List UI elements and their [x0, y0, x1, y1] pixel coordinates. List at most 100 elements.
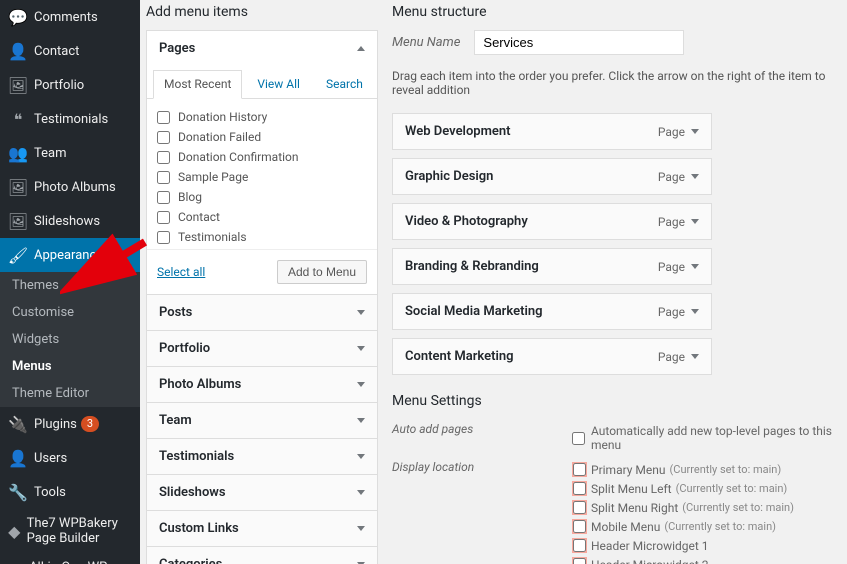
accordion-head-slideshows[interactable]: Slideshows — [147, 474, 377, 510]
sidebar-item-label: Users — [34, 451, 67, 466]
select-all-link[interactable]: Select all — [157, 265, 205, 279]
sidebar-item-label: All-in-One WP Migration — [29, 560, 132, 564]
sidebar-item-label: Testimonials — [34, 112, 108, 127]
sidebar-item-portfolio[interactable]: 🖼Portfolio — [0, 68, 140, 102]
accordion-head-team[interactable]: Team — [147, 402, 377, 438]
location-label: Header Microwidget 2 — [591, 558, 709, 564]
items-accordion: PagesMost RecentView AllSearchDonation H… — [146, 30, 378, 564]
tab-most-recent[interactable]: Most Recent — [153, 70, 242, 99]
accordion-head-categories[interactable]: Categories — [147, 546, 377, 564]
menu-name-input[interactable] — [474, 30, 684, 55]
page-checkbox[interactable] — [157, 111, 170, 124]
tab-search[interactable]: Search — [315, 70, 374, 98]
sidebar-item-the7-wpbakery-page-builder[interactable]: ◆The7 WPBakery Page Builder — [0, 509, 140, 553]
sidebar-item-appearance[interactable]: 🖌 Appearance — [0, 238, 140, 272]
caret-icon[interactable] — [691, 309, 699, 314]
page-list[interactable]: Donation HistoryDonation FailedDonation … — [147, 99, 377, 249]
sidebar-item-plugins[interactable]: 🔌Plugins3 — [0, 407, 140, 441]
menu-settings-heading: Menu Settings — [392, 393, 847, 409]
accordion-label: Posts — [159, 305, 192, 320]
accordion-head-portfolio[interactable]: Portfolio — [147, 330, 377, 366]
menu-item[interactable]: Graphic DesignPage — [392, 158, 712, 195]
menu-structure-column: Menu structure Menu Name Drag each item … — [378, 0, 847, 564]
sidebar-item-contact[interactable]: 👤Contact — [0, 34, 140, 68]
add-to-menu-button[interactable]: Add to Menu — [277, 260, 367, 284]
sidebar-item-photo-albums[interactable]: 🖼Photo Albums — [0, 170, 140, 204]
page-checkbox[interactable] — [157, 211, 170, 224]
page-option: Donation Confirmation — [157, 147, 373, 167]
accordion-head-testimonials[interactable]: Testimonials — [147, 438, 377, 474]
location-checkbox[interactable] — [573, 482, 586, 495]
sidebar-item-users[interactable]: 👤Users — [0, 441, 140, 475]
caret-icon — [357, 454, 365, 459]
menu-item-type: Page — [658, 125, 699, 139]
page-checkbox[interactable] — [157, 131, 170, 144]
menu-item[interactable]: Content MarketingPage — [392, 338, 712, 375]
menu-icon: 🔧 — [8, 482, 28, 502]
location-option: Header Microwidget 2 — [572, 555, 847, 564]
sidebar-item-team[interactable]: 👥Team — [0, 136, 140, 170]
sidebar-item-testimonials[interactable]: ❝ Testimonials — [0, 102, 140, 136]
accordion-head-pages[interactable]: Pages — [147, 31, 377, 66]
tab-view-all[interactable]: View All — [246, 70, 311, 98]
submenu-menus[interactable]: Menus — [0, 353, 140, 380]
sidebar-item-label: Appearance — [34, 248, 103, 263]
caret-icon[interactable] — [691, 264, 699, 269]
sidebar-item-label: Team — [34, 146, 67, 161]
menu-icon: ❝ — [8, 109, 28, 129]
caret-icon[interactable] — [691, 174, 699, 179]
sidebar-item-tools[interactable]: 🔧Tools — [0, 475, 140, 509]
caret-icon[interactable] — [691, 354, 699, 359]
submenu-themes[interactable]: Themes — [0, 272, 140, 299]
add-items-heading: Add menu items — [146, 4, 378, 20]
sidebar-item-slideshows[interactable]: 🖼Slideshows — [0, 204, 140, 238]
location-checkbox[interactable] — [573, 539, 586, 552]
page-label: Contact — [178, 210, 220, 224]
caret-icon[interactable] — [691, 129, 699, 134]
location-option: Primary Menu(Currently set to: main) — [572, 460, 847, 479]
accordion-head-photo-albums[interactable]: Photo Albums — [147, 366, 377, 402]
page-checkbox[interactable] — [157, 151, 170, 164]
page-checkbox[interactable] — [157, 191, 170, 204]
location-option: Header Microwidget 1 — [572, 536, 847, 555]
submenu-widgets[interactable]: Widgets — [0, 326, 140, 353]
page-option: Donation History — [157, 107, 373, 127]
accordion-label: Custom Links — [159, 521, 239, 536]
location-checkbox[interactable] — [573, 501, 586, 514]
menu-item[interactable]: Video & PhotographyPage — [392, 203, 712, 240]
menu-item-type: Page — [658, 260, 699, 274]
menu-item[interactable]: Web Development Page — [392, 113, 712, 150]
auto-add-label: Auto add pages — [392, 422, 572, 454]
admin-sidebar: 💬Comments👤Contact🖼Portfolio ❝ Testimonials… — [0, 0, 140, 564]
location-checkbox[interactable] — [573, 463, 586, 476]
caret-icon — [357, 46, 365, 51]
caret-icon — [357, 310, 365, 315]
menu-item-type: Page — [658, 170, 699, 184]
location-label: Mobile Menu — [591, 520, 660, 534]
location-label: Split Menu Left — [591, 482, 672, 496]
page-label: Sample Page — [178, 170, 248, 184]
sidebar-item-all-in-one-wp-migration[interactable]: ↻All-in-One WP Migration — [0, 553, 140, 564]
menu-item[interactable]: Branding & RebrandingPage — [392, 248, 712, 285]
accordion-label: Portfolio — [159, 341, 210, 356]
page-checkbox[interactable] — [157, 231, 170, 244]
page-checkbox[interactable] — [157, 171, 170, 184]
menu-item-title: Video & Photography — [405, 214, 528, 229]
menu-item-title: Web Development — [405, 124, 511, 139]
caret-icon[interactable] — [691, 219, 699, 224]
highlight-box — [572, 500, 587, 515]
accordion-head-posts[interactable]: Posts — [147, 294, 377, 330]
page-option: Testimonials — [157, 227, 373, 247]
accordion-body-pages: Most RecentView AllSearchDonation Histor… — [147, 66, 377, 294]
submenu-theme-editor[interactable]: Theme Editor — [0, 380, 140, 407]
location-checkbox[interactable] — [573, 558, 586, 564]
display-location-label: Display location — [392, 460, 572, 474]
location-checkbox[interactable] — [573, 520, 586, 533]
auto-add-checkbox[interactable] — [572, 432, 585, 445]
highlight-box — [572, 462, 587, 477]
submenu-customise[interactable]: Customise — [0, 299, 140, 326]
accordion-head-custom-links[interactable]: Custom Links — [147, 510, 377, 546]
menu-item[interactable]: Social Media MarketingPage — [392, 293, 712, 330]
sidebar-item-comments[interactable]: 💬Comments — [0, 0, 140, 34]
page-option: Blog — [157, 187, 373, 207]
